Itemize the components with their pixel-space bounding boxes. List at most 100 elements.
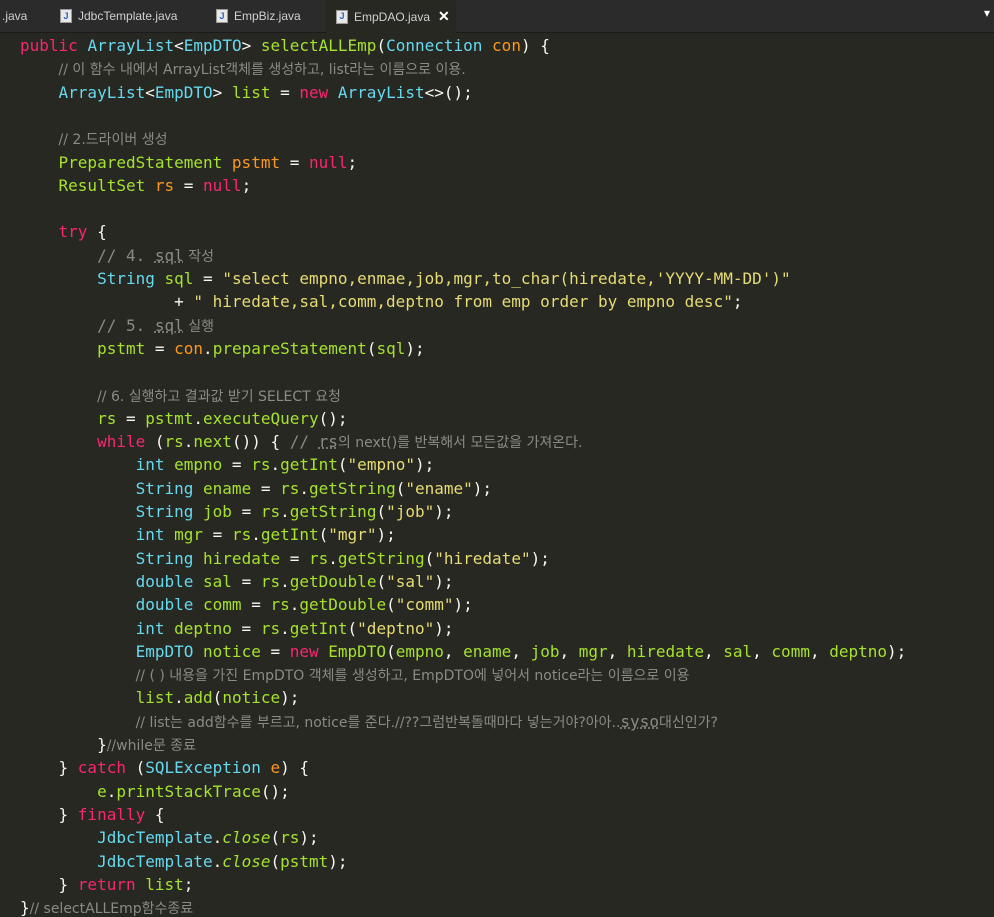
code-token: = xyxy=(241,595,271,615)
code-token: ) { xyxy=(520,36,550,55)
code-token: catch xyxy=(77,758,136,778)
code-token: ( xyxy=(318,525,329,545)
tab-label: .java xyxy=(2,9,28,23)
code-token: " hiredate,sal,comm,deptno from emp orde… xyxy=(193,292,733,312)
code-token: rs xyxy=(270,595,290,615)
code-token: rs xyxy=(260,571,281,591)
code-token: rs xyxy=(231,525,252,545)
code-line: JdbcTemplate.close(rs); xyxy=(20,826,319,849)
code-token: SQLException xyxy=(145,758,271,778)
code-token: // list는 add함수를 부르고, notice를 준다.//??그럼반복… xyxy=(135,714,621,731)
code-token: ; xyxy=(241,175,252,195)
tab-empbiz[interactable]: EmpBiz.java xyxy=(216,0,316,32)
code-token: JdbcTemplate xyxy=(97,828,213,848)
code-token: double xyxy=(135,571,204,591)
code-token: ename xyxy=(463,641,512,661)
code-token: "select empno,enmae,job,mgr,to_char(hire… xyxy=(222,269,791,288)
code-token: // 이 함수 내에서 ArrayList객체를 생성하고, list라는 이름… xyxy=(58,62,466,79)
code-token: close xyxy=(222,851,271,871)
code-token: "deptno" xyxy=(357,618,435,638)
code-token: ); xyxy=(887,641,907,661)
code-token: "job" xyxy=(386,502,435,521)
code-token: = xyxy=(280,152,309,172)
code-token: con xyxy=(174,338,204,358)
code-token: = xyxy=(193,269,223,288)
code-token: . xyxy=(289,595,300,615)
code-token: int xyxy=(135,455,175,475)
code-token: ; xyxy=(183,874,194,894)
code-token: EmpDTO xyxy=(135,641,204,661)
code-token: rs xyxy=(154,175,175,195)
code-token: sal xyxy=(203,571,232,591)
code-token: public xyxy=(20,36,88,55)
code-token: = xyxy=(280,548,309,568)
code-token: } xyxy=(97,735,107,754)
code-token: new xyxy=(289,641,329,661)
code-token: ( xyxy=(376,571,387,591)
code-token: . xyxy=(299,478,310,498)
close-icon[interactable]: ✕ xyxy=(438,8,450,25)
code-token: ( xyxy=(395,478,406,498)
code-token: = xyxy=(222,455,252,475)
tab-jdbctemplate[interactable]: JdbcTemplate.java xyxy=(60,0,190,32)
code-token: = xyxy=(203,525,232,545)
code-token: , xyxy=(752,641,772,661)
code-token: getInt xyxy=(289,618,348,638)
code-token: { xyxy=(87,222,107,242)
code-token: = xyxy=(231,502,261,521)
code-token: = xyxy=(174,175,204,195)
tab-partial-java[interactable]: .java xyxy=(2,0,42,32)
chevron-down-icon[interactable]: ▾ xyxy=(984,6,990,20)
code-token: ( xyxy=(212,688,223,708)
code-line: int mgr = rs.getInt("mgr"); xyxy=(20,523,396,546)
code-token: , xyxy=(703,641,724,661)
code-token: ( xyxy=(376,502,387,521)
code-token: // 6. 실행하고 결과값 받기 SELECT 요청 xyxy=(97,388,341,405)
code-line: String ename = rs.getString("ename"); xyxy=(20,477,492,500)
code-token: . xyxy=(183,432,194,452)
code-line: ArrayList<EmpDTO> list = new ArrayList<>… xyxy=(20,81,473,104)
code-token: hiredate xyxy=(626,641,704,661)
code-line: String hiredate = rs.getString("hiredate… xyxy=(20,547,550,570)
code-token: rs xyxy=(97,408,117,428)
code-token: syso xyxy=(620,711,659,731)
code-token: ); xyxy=(280,688,300,708)
code-token: pstmt xyxy=(231,152,281,172)
tab-empdao[interactable]: EmpDAO.java ✕ xyxy=(326,0,456,33)
code-token: } xyxy=(58,874,78,894)
code-editor[interactable]: public ArrayList<EmpDTO> selectALLEmp(Co… xyxy=(0,34,994,917)
code-token: . xyxy=(280,502,290,521)
code-token: 의 next()를 반복해서 모든값을 가져온다. xyxy=(337,435,583,452)
tab-label: EmpBiz.java xyxy=(234,9,301,23)
code-token: ( xyxy=(376,36,387,55)
code-token: ( xyxy=(366,338,377,358)
code-token: job xyxy=(530,641,560,661)
code-token: int xyxy=(135,618,175,638)
code-token: } xyxy=(20,898,30,917)
code-token: pstmt xyxy=(97,338,146,358)
code-token: Connection xyxy=(386,36,493,55)
code-token: sql xyxy=(376,338,406,358)
code-token: rs xyxy=(260,502,281,521)
code-token: job xyxy=(203,502,232,521)
code-token: sql xyxy=(154,315,184,335)
code-token: null xyxy=(309,152,348,172)
code-token: prepareStatement xyxy=(212,338,367,358)
code-token: . xyxy=(212,851,223,871)
code-token: . xyxy=(193,408,204,428)
code-token: deptno xyxy=(829,641,888,661)
code-token: getString xyxy=(289,502,377,521)
code-token: + xyxy=(174,292,194,312)
code-token: ArrayList xyxy=(87,36,175,55)
